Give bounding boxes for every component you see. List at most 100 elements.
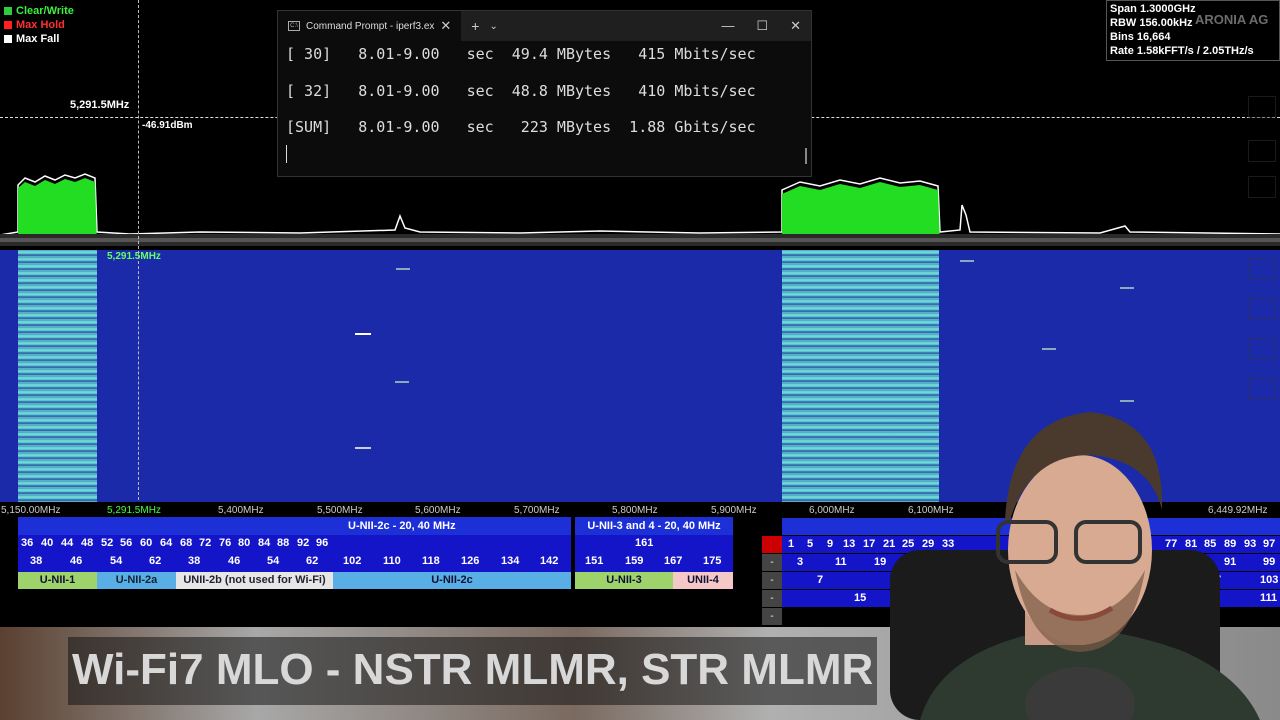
channel-number[interactable]: 84 — [258, 537, 270, 549]
channel-number[interactable]: 161 — [635, 537, 653, 549]
channel-number[interactable]: 64 — [160, 537, 172, 549]
marker-vertical-line[interactable] — [138, 0, 139, 500]
channel-number[interactable]: 15 — [854, 592, 866, 604]
max-fall-swatch — [4, 35, 12, 43]
sidebar-button-icon[interactable] — [1248, 176, 1276, 198]
channel-number[interactable]: 13 — [843, 538, 855, 550]
row-toggle-button[interactable]: - — [762, 590, 782, 607]
axis-tick-label: 5,500MHz — [317, 505, 363, 516]
row-toggle-button[interactable]: - — [762, 554, 782, 571]
channel-number[interactable]: 38 — [30, 555, 42, 567]
channel-number[interactable]: 88 — [277, 537, 289, 549]
subband-unii2b[interactable]: UNII-2b (not used for Wi-Fi) — [176, 572, 333, 589]
waterfall-speck — [1120, 287, 1134, 289]
channel-number[interactable]: 1 — [788, 538, 794, 550]
terminal-output[interactable]: [ 30] 8.01-9.00 sec 49.4 MBytes 415 Mbit… — [278, 41, 811, 167]
scrollbar[interactable] — [805, 148, 807, 164]
waterfall-speck — [395, 381, 409, 383]
channel-number[interactable]: 60 — [140, 537, 152, 549]
channel-number[interactable]: 52 — [101, 537, 113, 549]
channel-number[interactable]: 54 — [110, 555, 122, 567]
subband-unii2c[interactable]: U-NII-2c — [333, 572, 571, 589]
tab-title: Command Prompt - iperf3.ex — [306, 20, 435, 32]
channel-row-20mhz: 161 — [575, 535, 733, 553]
maximize-icon[interactable]: ☐ — [756, 18, 768, 34]
legend-max-hold[interactable]: Max Hold — [4, 18, 74, 32]
channel-number[interactable]: 54 — [267, 555, 279, 567]
channel-number[interactable]: 9 — [827, 538, 833, 550]
axis-tick-label: 5,900MHz — [711, 505, 757, 516]
channel-number[interactable]: 36 — [21, 537, 33, 549]
legend-max-fall[interactable]: Max Fall — [4, 32, 74, 46]
row-toggle-button[interactable]: - — [762, 608, 782, 625]
channel-number[interactable]: 17 — [863, 538, 875, 550]
text-cursor — [286, 144, 287, 163]
channel-number[interactable]: 92 — [297, 537, 309, 549]
new-tab-icon[interactable]: + — [471, 18, 479, 34]
channel-number[interactable]: 62 — [306, 555, 318, 567]
subband-unii4[interactable]: UNII-4 — [673, 572, 733, 589]
legend-label: Clear/Write — [16, 5, 74, 17]
sidebar-button-icon[interactable] — [1248, 378, 1276, 400]
waterfall-band-unii1 — [18, 250, 97, 502]
subband-unii2a[interactable]: U-NII-2a — [97, 572, 176, 589]
channel-number[interactable]: 11 — [835, 556, 847, 568]
row-toggle-button[interactable] — [762, 536, 782, 553]
channel-number[interactable]: 175 — [703, 555, 721, 567]
sidebar-button-icon[interactable] — [1248, 258, 1276, 280]
channel-number[interactable]: 151 — [585, 555, 603, 567]
legend-clear-write[interactable]: Clear/Write — [4, 4, 74, 18]
channel-number[interactable]: 7 — [817, 574, 823, 586]
band-header: U-NII-3 and 4 - 20, 40 MHz — [575, 517, 733, 535]
channel-number[interactable]: 62 — [149, 555, 161, 567]
chevron-down-icon[interactable]: ⌄ — [489, 21, 497, 32]
channel-number[interactable]: 46 — [70, 555, 82, 567]
channel-number[interactable]: 68 — [180, 537, 192, 549]
axis-tick-label: 5,700MHz — [514, 505, 560, 516]
channel-number[interactable]: 5 — [807, 538, 813, 550]
channel-number[interactable]: 56 — [120, 537, 132, 549]
channel-number[interactable]: 38 — [188, 555, 200, 567]
noise-floor-bright — [0, 238, 1280, 242]
minimize-icon[interactable]: — — [721, 18, 734, 34]
sidebar-button-icon[interactable] — [1248, 338, 1276, 360]
channel-number[interactable]: 96 — [316, 537, 328, 549]
terminal-line: [ 32] 8.01-9.00 sec 48.8 MBytes 410 Mbit… — [286, 81, 756, 100]
channel-number[interactable]: 134 — [501, 555, 519, 567]
subband-unii1[interactable]: U-NII-1 — [18, 572, 97, 589]
channel-number[interactable]: 118 — [422, 555, 440, 567]
channel-number[interactable]: 3 — [797, 556, 803, 568]
row-toggle-button[interactable]: - — [762, 572, 782, 589]
channel-number[interactable]: 167 — [664, 555, 682, 567]
command-prompt-window[interactable]: C:\ Command Prompt - iperf3.ex ✕ + ⌄ — ☐… — [277, 10, 812, 177]
sidebar-button-icon[interactable] — [1248, 298, 1276, 320]
channel-number[interactable]: 40 — [41, 537, 53, 549]
channel-number[interactable]: 46 — [228, 555, 240, 567]
terminal-tab[interactable]: C:\ Command Prompt - iperf3.ex ✕ — [278, 11, 462, 41]
subband-unii3[interactable]: U-NII-3 — [575, 572, 673, 589]
channel-number[interactable]: 126 — [461, 555, 479, 567]
waterfall-speck — [396, 268, 410, 270]
channel-number[interactable]: 159 — [625, 555, 643, 567]
channel-number[interactable]: 110 — [383, 555, 401, 567]
channel-number[interactable]: 48 — [81, 537, 93, 549]
rate-value: Rate 1.58kFFT/s / 2.05THz/s — [1110, 45, 1254, 57]
marker-level-label: -46.91dBm — [142, 120, 193, 131]
sidebar-button-icon[interactable] — [1248, 140, 1276, 162]
channel-number[interactable]: 102 — [343, 555, 361, 567]
channel-number[interactable]: 76 — [219, 537, 231, 549]
waterfall-speck — [355, 447, 371, 449]
window-titlebar[interactable]: C:\ Command Prompt - iperf3.ex ✕ + ⌄ — ☐… — [278, 11, 811, 41]
close-icon[interactable]: ✕ — [790, 18, 801, 34]
max-hold-swatch — [4, 21, 12, 29]
axis-tick-label: 5,600MHz — [415, 505, 461, 516]
tab-close-icon[interactable]: ✕ — [440, 18, 451, 34]
terminal-line: [SUM] 8.01-9.00 sec 223 MBytes 1.88 Gbit… — [286, 118, 756, 136]
channel-number[interactable]: 142 — [540, 555, 558, 567]
axis-tick-label: 5,800MHz — [612, 505, 658, 516]
channel-number[interactable]: 80 — [238, 537, 250, 549]
marker-freq-label: 5,291.5MHz — [70, 99, 130, 111]
sidebar-button-icon[interactable] — [1248, 96, 1276, 118]
channel-number[interactable]: 44 — [61, 537, 73, 549]
channel-number[interactable]: 72 — [199, 537, 211, 549]
